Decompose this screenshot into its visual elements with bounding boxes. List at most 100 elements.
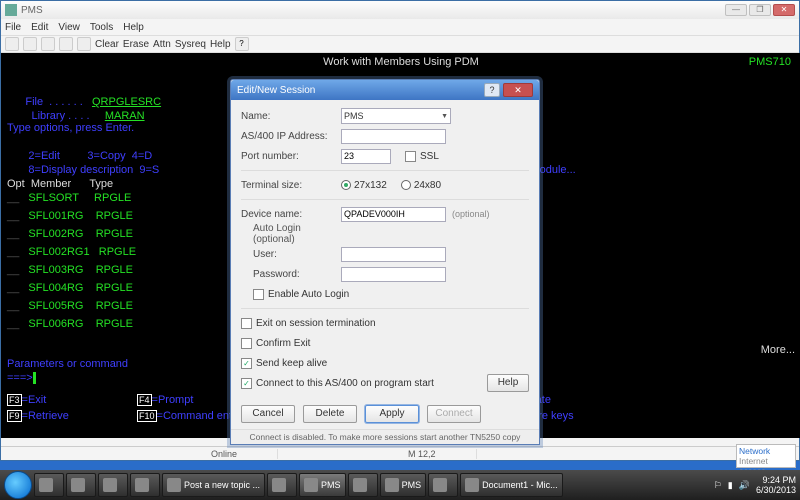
- device-optional-note: (optional): [452, 209, 490, 219]
- status-online: Online: [171, 449, 278, 459]
- options-line2a: 8=Display description 9=S: [25, 164, 159, 176]
- tb-erase[interactable]: Erase: [123, 39, 149, 50]
- tb-5-icon[interactable]: [77, 37, 91, 51]
- tb-4-icon[interactable]: [59, 37, 73, 51]
- app-icon: [5, 4, 17, 16]
- password-input[interactable]: [341, 267, 446, 282]
- fkey-F9[interactable]: F9=Retrieve: [7, 409, 69, 423]
- name-value: PMS: [344, 111, 364, 121]
- name-label: Name:: [241, 111, 341, 122]
- user-input[interactable]: [341, 247, 446, 262]
- taskbar-item[interactable]: [348, 473, 378, 497]
- apply-button[interactable]: Apply: [365, 405, 419, 423]
- tb-3-icon[interactable]: [41, 37, 55, 51]
- port-label: Port number:: [241, 151, 341, 162]
- connstart-checkbox[interactable]: ✓: [241, 378, 252, 389]
- tsize-24x80-label: 24x80: [414, 180, 441, 191]
- tray-net-icon[interactable]: ▮: [728, 480, 733, 491]
- fkey-F4[interactable]: F4=Prompt: [137, 393, 193, 407]
- menu-tools[interactable]: Tools: [90, 22, 113, 33]
- taskbar-app-icon: [71, 478, 85, 492]
- cmd-cursor[interactable]: [33, 372, 36, 384]
- tb-1-icon[interactable]: [5, 37, 19, 51]
- tray-time: 9:24 PM: [756, 475, 796, 485]
- exit-checkbox[interactable]: [241, 318, 252, 329]
- tsize-label: Terminal size:: [241, 180, 341, 191]
- taskbar-item[interactable]: PMS: [380, 473, 427, 497]
- tray-flag-icon[interactable]: ⚐: [714, 480, 722, 491]
- device-input[interactable]: [341, 207, 446, 222]
- help-button[interactable]: Help: [487, 374, 529, 392]
- menu-view[interactable]: View: [58, 22, 80, 33]
- user-label: User:: [241, 249, 341, 260]
- net-line1: Network: [739, 446, 793, 456]
- port-input[interactable]: [341, 149, 391, 164]
- menu-help[interactable]: Help: [123, 22, 144, 33]
- status-bar: Online M 12,2: [1, 446, 799, 460]
- minimize-button[interactable]: —: [725, 4, 747, 16]
- tb-help[interactable]: Help: [210, 39, 231, 50]
- status-cursor: M 12,2: [368, 449, 477, 459]
- fkey-F10[interactable]: F10=Command entry: [137, 409, 241, 423]
- enable-autologin-checkbox[interactable]: [253, 289, 264, 300]
- maximize-button[interactable]: ❐: [749, 4, 771, 16]
- taskbar-item[interactable]: [98, 473, 128, 497]
- program-id: PMS710: [749, 55, 791, 69]
- password-label: Password:: [241, 269, 341, 280]
- toolbar: Clear Erase Attn Sysreq Help ?: [1, 35, 799, 53]
- dialog-footer-note: Connect is disabled. To make more sessio…: [231, 429, 539, 444]
- dialog-help-button[interactable]: ?: [484, 83, 500, 97]
- confirm-label: Confirm Exit: [256, 338, 310, 349]
- tsize-27x132-label: 27x132: [354, 180, 387, 191]
- taskbar-item[interactable]: [267, 473, 297, 497]
- tb-help-icon[interactable]: ?: [235, 37, 249, 51]
- ssl-checkbox[interactable]: [405, 151, 416, 162]
- tb-2-icon[interactable]: [23, 37, 37, 51]
- delete-button[interactable]: Delete: [303, 405, 357, 423]
- chevron-down-icon: ▼: [441, 113, 448, 120]
- taskbar-app-icon: [272, 478, 286, 492]
- taskbar-app-icon: [39, 478, 53, 492]
- taskbar-app-icon: [385, 478, 399, 492]
- dialog-close-button[interactable]: ✕: [503, 83, 533, 97]
- tray-sound-icon[interactable]: 🔊: [739, 480, 750, 491]
- ip-input[interactable]: [341, 129, 446, 144]
- taskbar-item[interactable]: [34, 473, 64, 497]
- taskbar-item[interactable]: [428, 473, 458, 497]
- confirm-checkbox[interactable]: [241, 338, 252, 349]
- device-label: Device name:: [241, 209, 341, 220]
- menu-file[interactable]: File: [5, 22, 21, 33]
- ip-label: AS/400 IP Address:: [241, 131, 341, 142]
- window-title: PMS: [21, 5, 43, 16]
- tsize-27x132-radio[interactable]: [341, 180, 351, 190]
- dialog-titlebar: Edit/New Session ? ✕: [231, 80, 539, 100]
- taskbar-app-icon: [103, 478, 117, 492]
- enable-autologin-label: Enable Auto Login: [268, 289, 349, 300]
- tb-sysreq[interactable]: Sysreq: [175, 39, 206, 50]
- taskbar-item[interactable]: [66, 473, 96, 497]
- taskbar-app-icon: [353, 478, 367, 492]
- taskbar-app-icon: [135, 478, 149, 492]
- start-button[interactable]: [4, 471, 32, 499]
- autologin-header: Auto Login (optional): [241, 223, 341, 245]
- exit-label: Exit on session termination: [256, 318, 376, 329]
- cancel-button[interactable]: Cancel: [241, 405, 295, 423]
- taskbar-app-icon: [304, 478, 318, 492]
- menu-edit[interactable]: Edit: [31, 22, 48, 33]
- taskbar-item[interactable]: PMS: [299, 473, 346, 497]
- tb-attn[interactable]: Attn: [153, 39, 171, 50]
- status-pos: 12,2: [418, 449, 436, 459]
- taskbar: Post a new topic ... PMS PMS Document1 - Mi…: [0, 470, 800, 500]
- taskbar-app-icon: [433, 478, 447, 492]
- tb-clear[interactable]: Clear: [95, 39, 119, 50]
- name-combo[interactable]: PMS ▼: [341, 108, 451, 124]
- tray-date: 6/30/2013: [756, 485, 796, 495]
- taskbar-item[interactable]: Document1 - Mic...: [460, 473, 563, 497]
- taskbar-item[interactable]: [130, 473, 160, 497]
- close-button[interactable]: ✕: [773, 4, 795, 16]
- tsize-24x80-radio[interactable]: [401, 180, 411, 190]
- cmd-prompt: ===>: [7, 372, 33, 384]
- fkey-F3[interactable]: F3=Exit: [7, 393, 46, 407]
- keepalive-checkbox[interactable]: ✓: [241, 358, 252, 369]
- taskbar-item[interactable]: Post a new topic ...: [162, 473, 265, 497]
